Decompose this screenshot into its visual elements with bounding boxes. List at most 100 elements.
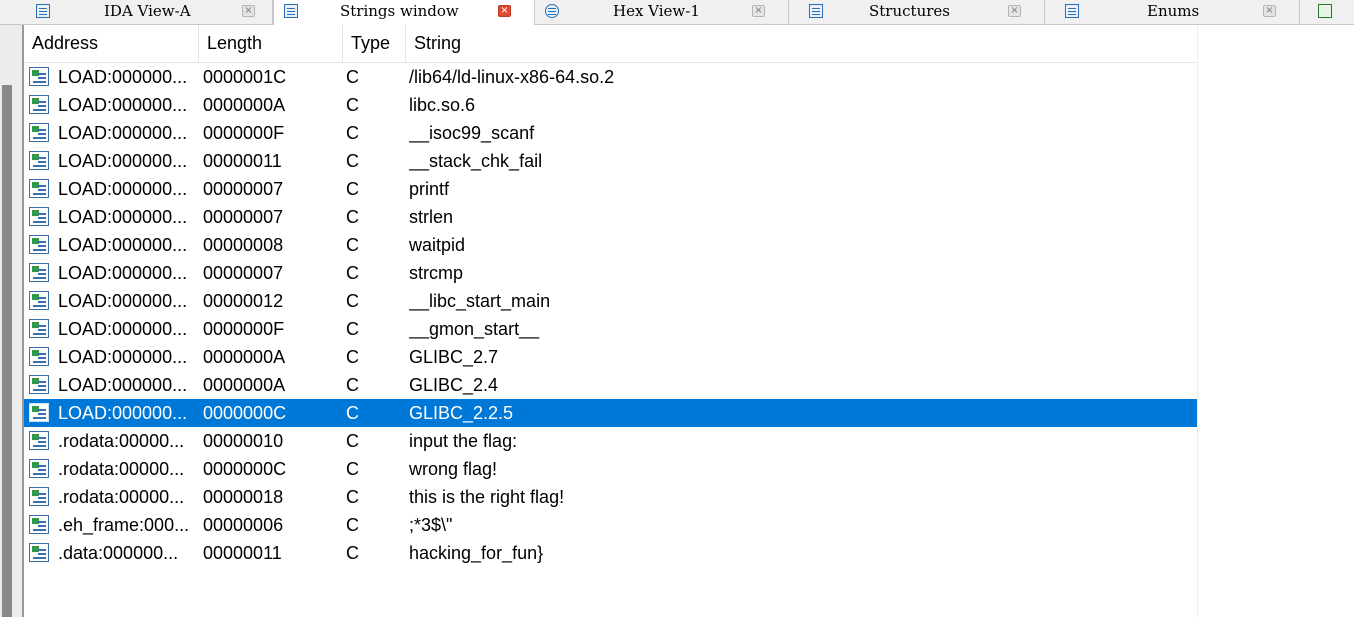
empty-pane xyxy=(1197,25,1354,617)
table-row[interactable]: LOAD:000000... 0000000C C GLIBC_2.2.5 xyxy=(24,399,1221,427)
type-cell: C xyxy=(346,123,359,143)
type-cell: C xyxy=(346,431,359,451)
string-icon xyxy=(29,403,49,422)
tab-enums[interactable]: Enums × xyxy=(1045,0,1300,24)
address-cell: LOAD:000000... xyxy=(58,179,188,199)
length-cell: 00000018 xyxy=(203,487,284,507)
close-icon[interactable]: × xyxy=(242,5,255,17)
string-cell: printf xyxy=(409,179,450,199)
string-cell: waitpid xyxy=(409,235,466,255)
address-cell: LOAD:000000... xyxy=(58,95,188,115)
tab-label: Structures xyxy=(869,2,950,20)
column-header-length[interactable]: Length xyxy=(199,25,343,62)
string-icon xyxy=(29,543,49,562)
table-row[interactable]: .rodata:00000... 0000000C Cwrong flag! xyxy=(24,455,1221,483)
column-header-address[interactable]: Address xyxy=(24,25,199,62)
length-cell: 0000000A xyxy=(203,347,286,367)
string-icon xyxy=(29,123,49,142)
close-icon[interactable]: × xyxy=(1008,5,1021,17)
table-row[interactable]: LOAD:000000... 0000001C C/lib64/ld-linux-x… xyxy=(24,63,1221,91)
length-cell: 00000011 xyxy=(203,151,282,171)
tab-hex-view-1[interactable]: Hex View-1 × xyxy=(535,0,789,24)
ida-view-icon xyxy=(36,4,50,18)
close-icon[interactable]: × xyxy=(1263,5,1276,17)
string-cell: hacking_for_fun} xyxy=(409,543,544,563)
string-cell: libc.so.6 xyxy=(409,95,476,115)
table-row[interactable]: LOAD:000000... 00000011 C __stack_chk_fail xyxy=(24,147,1221,175)
strings-table: Address Length Type String LOAD:000000..… xyxy=(24,25,1354,617)
table-row[interactable]: LOAD:000000... 00000008 Cwaitpid xyxy=(24,231,1221,259)
type-cell: C xyxy=(346,263,359,283)
tab-label: IDA View-A xyxy=(104,2,191,20)
vertical-scrollbar[interactable] xyxy=(2,85,12,617)
string-icon xyxy=(29,431,49,450)
length-cell: 00000007 xyxy=(203,207,284,227)
type-cell: C xyxy=(346,151,359,171)
imports-icon[interactable] xyxy=(1318,4,1332,18)
strings-icon xyxy=(284,4,298,18)
table-row[interactable]: LOAD:000000... 0000000A C GLIBC_2.4 xyxy=(24,371,1221,399)
length-cell: 00000012 xyxy=(203,291,284,311)
table-row[interactable]: LOAD:000000... 00000007 Cstrlen xyxy=(24,203,1221,231)
string-cell: wrong flag! xyxy=(409,459,498,479)
table-header: Address Length Type String xyxy=(24,25,1221,63)
address-cell: LOAD:000000... xyxy=(58,263,188,283)
column-header-type[interactable]: Type xyxy=(343,25,406,62)
string-cell: /lib64/ld-linux-x86-64.so.2 xyxy=(409,67,615,87)
type-cell: C xyxy=(346,235,359,255)
string-icon xyxy=(29,319,49,338)
table-row[interactable]: LOAD:000000... 00000012 C __libc_start_main xyxy=(24,287,1221,315)
string-cell: GLIBC_2.7 xyxy=(409,347,499,367)
table-row[interactable]: LOAD:000000... 0000000A C GLIBC_2.7 xyxy=(24,343,1221,371)
close-icon[interactable]: × xyxy=(498,5,511,17)
type-cell: C xyxy=(346,487,359,507)
table-row[interactable]: .data:000000... 00000011 Chacking_for_fun} xyxy=(24,539,1221,567)
column-header-string[interactable]: String xyxy=(406,25,1221,62)
string-icon xyxy=(29,291,49,310)
address-cell: LOAD:000000... xyxy=(58,403,188,423)
string-cell: strlen xyxy=(409,207,454,227)
address-cell: LOAD:000000... xyxy=(58,123,188,143)
tab-ida-view-a[interactable]: IDA View-A × xyxy=(26,0,273,24)
table-row[interactable]: LOAD:000000... 0000000A Clibc.so.6 xyxy=(24,91,1221,119)
address-cell: .rodata:00000... xyxy=(58,487,185,507)
tab-label: Strings window xyxy=(340,2,459,20)
string-icon xyxy=(29,459,49,478)
string-icon xyxy=(29,263,49,282)
tab-structures[interactable]: Structures × xyxy=(789,0,1045,24)
address-cell: LOAD:000000... xyxy=(58,347,188,367)
type-cell: C xyxy=(346,207,359,227)
table-row[interactable]: LOAD:000000... 0000000F C __isoc99_scanf xyxy=(24,119,1221,147)
type-cell: C xyxy=(346,347,359,367)
left-gutter xyxy=(0,25,24,617)
length-cell: 00000007 xyxy=(203,263,284,283)
string-icon xyxy=(29,235,49,254)
table-row[interactable]: .eh_frame:000... 00000006 C ;*3$\" xyxy=(24,511,1221,539)
address-cell: LOAD:000000... xyxy=(58,375,188,395)
string-cell: input the flag: xyxy=(409,431,518,451)
type-cell: C xyxy=(346,459,359,479)
length-cell: 0000000F xyxy=(203,319,285,339)
length-cell: 0000000A xyxy=(203,95,286,115)
table-row[interactable]: LOAD:000000... 00000007 Cstrcmp xyxy=(24,259,1221,287)
length-cell: 0000000A xyxy=(203,375,286,395)
close-icon[interactable]: × xyxy=(752,5,765,17)
address-cell: LOAD:000000... xyxy=(58,319,188,339)
tab-label: Enums xyxy=(1147,2,1200,20)
table-row[interactable]: .rodata:00000... 00000010 Cinput the flag: xyxy=(24,427,1221,455)
string-cell: GLIBC_2.4 xyxy=(409,375,499,395)
string-icon xyxy=(29,179,49,198)
string-cell: __libc_start_main xyxy=(409,291,551,311)
type-cell: C xyxy=(346,403,359,423)
type-cell: C xyxy=(346,515,359,535)
tab-strings-window[interactable]: Strings window × xyxy=(273,0,535,25)
table-row[interactable]: LOAD:000000... 00000007 Cprintf xyxy=(24,175,1221,203)
table-row[interactable]: .rodata:00000... 00000018 Cthis is the rig… xyxy=(24,483,1221,511)
type-cell: C xyxy=(346,375,359,395)
string-icon xyxy=(29,95,49,114)
length-cell: 0000001C xyxy=(203,67,287,87)
table-row[interactable]: LOAD:000000... 0000000F C __gmon_start__ xyxy=(24,315,1221,343)
type-cell: C xyxy=(346,95,359,115)
type-cell: C xyxy=(346,291,359,311)
address-cell: LOAD:000000... xyxy=(58,291,188,311)
